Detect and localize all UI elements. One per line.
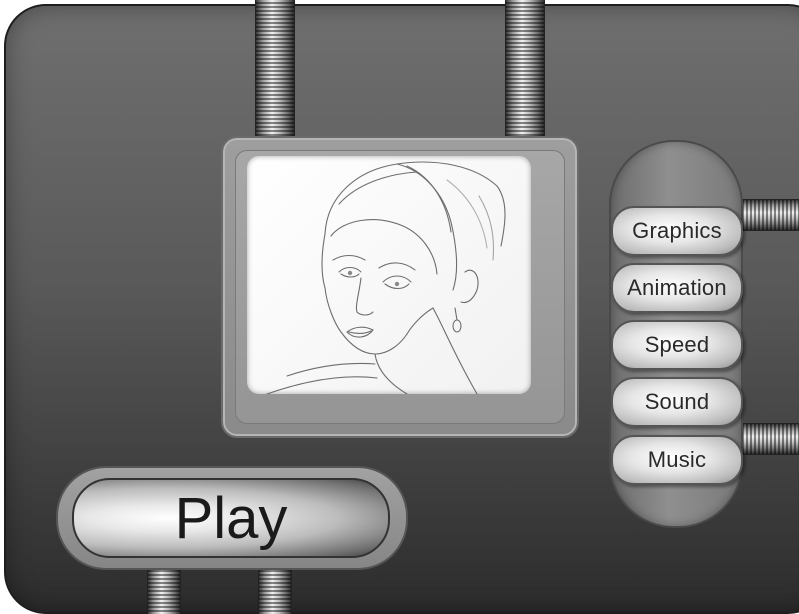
menu-lower-connector-pipe: [736, 423, 799, 455]
top-left-pipe: [255, 0, 295, 142]
top-right-pipe: [505, 0, 545, 142]
sound-button[interactable]: Sound: [611, 377, 743, 427]
play-button[interactable]: Play: [72, 478, 390, 558]
game-menu-screen: Graphics Animation Speed Sound Music Pla…: [0, 0, 799, 614]
menu-upper-connector-pipe: [736, 199, 799, 231]
animation-button[interactable]: Animation: [611, 263, 743, 313]
speed-button[interactable]: Speed: [611, 320, 743, 370]
preview-monitor: [221, 136, 579, 438]
music-button[interactable]: Music: [611, 435, 743, 485]
preview-screen: [247, 156, 531, 394]
portrait-sketch-image: [266, 161, 506, 394]
graphics-button[interactable]: Graphics: [611, 206, 743, 256]
